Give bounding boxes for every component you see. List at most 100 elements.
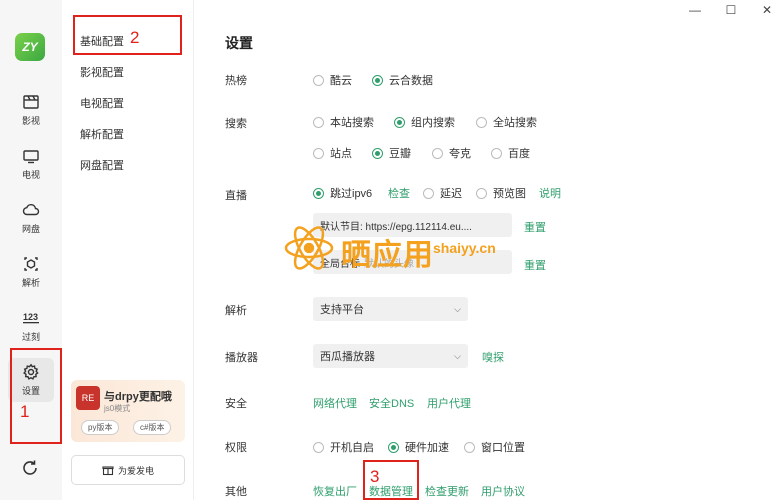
promo-card[interactable]: RE 与drpy更配哦 js0模式 py版本 c#版本	[71, 380, 185, 442]
rail-label: 电视	[21, 170, 40, 180]
annotation-box-2	[73, 15, 182, 55]
hot-option-yunhe[interactable]: 云合数据	[372, 72, 433, 88]
clapperboard-icon	[23, 95, 39, 109]
live-explain-link[interactable]: 说明	[539, 185, 561, 201]
option-label: 云合数据	[389, 75, 433, 87]
factory-reset-link[interactable]: 恢复出厂	[313, 483, 357, 499]
user-agreement-link[interactable]: 用户协议	[481, 483, 525, 499]
submenu-item-parse[interactable]: 解析配置	[80, 126, 124, 142]
submenu-item-cloud[interactable]: 网盘配置	[80, 157, 124, 173]
search-option-all[interactable]: 全站搜索	[476, 114, 537, 130]
permission-option-autostart[interactable]: 开机自启	[313, 439, 374, 455]
logo-input-label: 全局台标	[320, 258, 360, 270]
submenu-item-movie[interactable]: 影视配置	[80, 64, 124, 80]
option-label: 组内搜索	[411, 117, 455, 129]
annotation-number-1: 1	[20, 402, 30, 421]
parse-icon	[24, 257, 38, 271]
search-option-station[interactable]: 站点	[313, 145, 352, 161]
option-label: 全站搜索	[493, 117, 537, 129]
promo-tag-py[interactable]: py版本	[81, 420, 120, 435]
live-option-skip-ipv6[interactable]: 跳过ipv6	[313, 185, 372, 201]
option-label: 百度	[508, 148, 530, 160]
radio-icon	[432, 147, 443, 159]
hot-label: 热榜	[225, 75, 247, 87]
option-label: 开机自启	[330, 442, 374, 454]
radio-icon	[491, 147, 502, 159]
option-label: 本站搜索	[330, 117, 374, 129]
chevron-down-icon: ⌵	[454, 350, 461, 361]
submenu-item-tv[interactable]: 电视配置	[80, 95, 124, 111]
rail-item-tv[interactable]: 电视	[8, 142, 54, 186]
logo-reset-link[interactable]: 重置	[524, 257, 546, 273]
option-label: 窗口位置	[481, 442, 525, 454]
network-proxy-link[interactable]: 网络代理	[313, 395, 357, 411]
logo-input-placeholder: 默认的头像	[364, 258, 414, 270]
sniff-link[interactable]: 嗅探	[482, 349, 504, 365]
rail-label: 网盘	[21, 224, 40, 234]
search-option-douban[interactable]: 豆瓣	[372, 145, 411, 161]
radio-icon	[313, 116, 324, 128]
app-logo: ZY	[15, 33, 45, 61]
tv-icon	[23, 150, 39, 164]
logo-input[interactable]: 全局台标 默认的头像	[313, 250, 512, 274]
radio-icon	[476, 187, 487, 199]
option-label: 夸克	[449, 148, 471, 160]
select-value: 支持平台	[320, 304, 364, 316]
gift-icon	[102, 466, 114, 476]
select-value: 西瓜播放器	[320, 351, 375, 363]
option-label: 硬件加速	[405, 442, 449, 454]
chevron-down-icon: ⌵	[454, 303, 461, 314]
radio-checked-icon	[394, 116, 405, 128]
rail-item-expire[interactable]: 123 过刻	[8, 304, 54, 348]
promo-app-icon: RE	[76, 386, 100, 410]
promo-tag-csharp[interactable]: c#版本	[133, 420, 172, 435]
option-label: 跳过ipv6	[330, 188, 373, 200]
option-label: 预览图	[493, 188, 526, 200]
window-controls: — ☐ ✕	[687, 2, 775, 18]
counter-icon: 123	[23, 312, 39, 324]
live-option-delay[interactable]: 延迟	[423, 185, 462, 201]
refresh-icon[interactable]	[20, 458, 40, 478]
donate-label: 为爱发电	[117, 465, 154, 476]
donate-button[interactable]: 为爱发电	[71, 455, 185, 485]
radio-icon	[423, 187, 434, 199]
other-label: 其他	[225, 486, 247, 498]
maximize-button[interactable]: ☐	[723, 2, 739, 18]
rail-item-cloud[interactable]: 网盘	[8, 196, 54, 240]
rail-item-parse[interactable]: 解析	[8, 250, 54, 294]
security-label: 安全	[225, 398, 247, 410]
minimize-button[interactable]: —	[687, 2, 703, 18]
epg-input[interactable]: 默认节目: https://epg.112114.eu....	[313, 213, 512, 237]
cloud-icon	[22, 204, 40, 216]
secure-dns-link[interactable]: 安全DNS	[369, 395, 414, 411]
radio-icon	[464, 441, 475, 453]
player-select[interactable]: 西瓜播放器 ⌵	[313, 344, 468, 368]
radio-icon	[313, 147, 324, 159]
live-option-preview[interactable]: 预览图	[476, 185, 526, 201]
close-button[interactable]: ✕	[759, 2, 775, 18]
check-update-link[interactable]: 检查更新	[425, 483, 469, 499]
option-label: 站点	[330, 148, 352, 160]
search-option-baidu[interactable]: 百度	[491, 145, 530, 161]
option-label: 延迟	[440, 188, 462, 200]
radio-icon	[313, 74, 324, 86]
rail-item-movies[interactable]: 影视	[8, 88, 54, 132]
parse-select[interactable]: 支持平台 ⌵	[313, 297, 468, 321]
search-option-quark[interactable]: 夸克	[432, 145, 471, 161]
option-label: 酷云	[330, 75, 352, 87]
permission-option-hwaccel[interactable]: 硬件加速	[388, 439, 449, 455]
parse-label: 解析	[225, 305, 247, 317]
hot-option-kuyun[interactable]: 酷云	[313, 72, 352, 88]
radio-icon	[313, 441, 324, 453]
live-check-link[interactable]: 检查	[388, 185, 410, 201]
radio-checked-icon	[313, 187, 324, 199]
user-agent-link[interactable]: 用户代理	[427, 395, 471, 411]
annotation-number-2: 2	[130, 28, 140, 47]
epg-reset-link[interactable]: 重置	[524, 219, 546, 235]
promo-subtitle: js0模式	[104, 404, 131, 413]
annotation-number-3: 3	[370, 467, 380, 486]
promo-title: 与drpy更配哦	[104, 391, 172, 403]
search-option-group[interactable]: 组内搜索	[394, 114, 455, 130]
search-option-site[interactable]: 本站搜索	[313, 114, 374, 130]
permission-option-window-pos[interactable]: 窗口位置	[464, 439, 525, 455]
